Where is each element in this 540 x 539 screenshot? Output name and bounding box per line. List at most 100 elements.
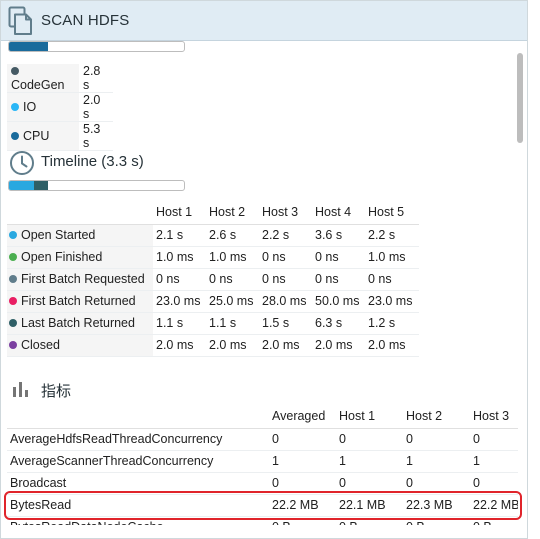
timeline-cell: 2.2 s xyxy=(259,224,312,247)
panel-bottom-edge xyxy=(1,525,527,538)
time-breakdown-value: 2.8 s xyxy=(79,64,113,93)
metrics-column-header: Host 1 xyxy=(336,405,403,429)
metrics-cell: 0 xyxy=(336,428,403,451)
timeline-title: Timeline (3.3 s) xyxy=(41,153,144,170)
timeline-row-label-cell: Open Finished xyxy=(7,246,153,269)
timeline-cell: 2.0 ms xyxy=(312,334,365,357)
timeline-row-label-cell: First Batch Requested xyxy=(7,268,153,291)
document-copy-icon xyxy=(8,6,32,35)
timeline-cell: 1.1 s xyxy=(153,312,206,335)
timeline-cell: 3.6 s xyxy=(312,224,365,247)
time-breakdown-bar xyxy=(8,41,185,52)
timeline-cell: 2.6 s xyxy=(206,224,259,247)
timeline-cell: 1.5 s xyxy=(259,312,312,335)
timeline-cell: 0 ns xyxy=(259,246,312,269)
timeline-cell: 1.1 s xyxy=(206,312,259,335)
legend-dot-icon xyxy=(9,253,17,261)
legend-dot-icon xyxy=(9,319,17,327)
metrics-row-label: AverageHdfsReadThreadConcurrency xyxy=(7,428,269,451)
legend-dot-icon xyxy=(9,275,17,283)
timeline-cell: 0 ns xyxy=(259,268,312,291)
timeline-cell: 2.0 ms xyxy=(365,334,419,357)
vertical-scrollbar[interactable] xyxy=(517,53,523,143)
timeline-cell: 2.0 ms xyxy=(259,334,312,357)
legend-dot-icon xyxy=(11,132,19,140)
timeline-row-label-cell: Closed xyxy=(7,334,153,357)
timeline-cell: 23.0 ms xyxy=(153,290,206,313)
metrics-column-header: Host 2 xyxy=(403,405,470,429)
timeline-cell: 0 ns xyxy=(153,268,206,291)
timeline-column-header: Host 1 xyxy=(153,201,206,225)
metrics-row-label: AverageScannerThreadConcurrency xyxy=(7,450,269,473)
metrics-cell: 0 xyxy=(269,428,336,451)
timeline-cell: 1.0 ms xyxy=(206,246,259,269)
timeline-column-header: Host 5 xyxy=(365,201,419,225)
legend-dot-icon xyxy=(11,67,19,75)
timeline-row-label-cell: First Batch Returned xyxy=(7,290,153,313)
metrics-row: AverageHdfsReadThreadConcurrency 0 0 0 0 xyxy=(7,428,518,451)
timeline-cell: 25.0 ms xyxy=(206,290,259,313)
timeline-row-label: Open Finished xyxy=(21,250,103,264)
scan-hdfs-panel: SCAN HDFS CodeGen 2.8 s IO 2.0 s CPU 5.3 s Ti… xyxy=(0,0,528,539)
time-breakdown-label: CPU xyxy=(23,129,50,143)
timeline-row-label-cell: Last Batch Returned xyxy=(7,312,153,335)
time-breakdown-label-cell: IO xyxy=(7,92,79,122)
legend-dot-icon xyxy=(9,231,17,239)
timeline-cell: 0 ns xyxy=(312,246,365,269)
metrics-column-header: Averaged xyxy=(269,405,336,429)
timeline-cell: 23.0 ms xyxy=(365,290,419,313)
clock-icon xyxy=(10,151,34,175)
timeline-row-label: First Batch Requested xyxy=(21,272,145,286)
timeline-cell: 50.0 ms xyxy=(312,290,365,313)
time-breakdown-row: CPU 5.3 s xyxy=(7,121,113,151)
panel-header: SCAN HDFS xyxy=(1,1,527,41)
timeline-cell: 0 ns xyxy=(312,268,365,291)
timeline-column-header: Host 2 xyxy=(206,201,259,225)
timeline-row-label: Closed xyxy=(21,338,60,352)
metrics-title: 指标 xyxy=(41,383,72,400)
legend-dot-icon xyxy=(11,103,19,111)
timeline-bar xyxy=(8,180,185,191)
timeline-row: First Batch Requested 0 ns 0 ns 0 ns 0 ns 0 n… xyxy=(7,268,419,291)
timeline-cell: 6.3 s xyxy=(312,312,365,335)
timeline-row-label: First Batch Returned xyxy=(21,294,136,308)
timeline-column-header: Host 4 xyxy=(312,201,365,225)
metrics-row: AverageScannerThreadConcurrency 1 1 1 1 xyxy=(7,450,518,473)
timeline-row: Last Batch Returned 1.1 s 1.1 s 1.5 s 6.3 s1… xyxy=(7,312,419,335)
time-breakdown-row: CodeGen 2.8 s xyxy=(7,64,113,93)
bar-chart-icon xyxy=(13,382,28,397)
time-breakdown-value: 2.0 s xyxy=(79,92,113,122)
timeline-cell: 2.2 s xyxy=(365,224,419,247)
metrics-cell: 1 xyxy=(403,450,470,473)
timeline-cell: 0 ns xyxy=(365,268,419,291)
timeline-bar-segment xyxy=(33,181,48,190)
bytesread-highlight xyxy=(4,491,522,520)
timeline-cell: 1.2 s xyxy=(365,312,419,335)
timeline-row-label: Open Started xyxy=(21,228,96,242)
time-breakdown-row: IO 2.0 s xyxy=(7,92,113,122)
timeline-header-blank xyxy=(7,201,153,225)
legend-dot-icon xyxy=(9,341,17,349)
metrics-cell: 0 xyxy=(470,428,518,451)
time-breakdown-label: CodeGen xyxy=(11,78,65,92)
timeline-cell: 2.1 s xyxy=(153,224,206,247)
metrics-header-blank xyxy=(7,405,269,429)
timeline-row: Open Started 2.1 s 2.6 s 2.2 s 3.6 s 2.2 s xyxy=(7,224,419,247)
time-breakdown-bar-fill xyxy=(9,42,48,51)
time-breakdown-label-cell: CodeGen xyxy=(7,64,79,93)
time-breakdown-table: CodeGen 2.8 s IO 2.0 s CPU 5.3 s xyxy=(7,64,113,151)
timeline-cell: 28.0 ms xyxy=(259,290,312,313)
time-breakdown-label-cell: CPU xyxy=(7,121,79,151)
timeline-row-label: Last Batch Returned xyxy=(21,316,135,330)
timeline-row: Closed 2.0 ms 2.0 ms 2.0 ms 2.0 ms 2.0 ms xyxy=(7,334,419,357)
timeline-bar-segment xyxy=(9,181,34,190)
legend-dot-icon xyxy=(9,297,17,305)
timeline-column-header: Host 3 xyxy=(259,201,312,225)
timeline-row: First Batch Returned 23.0 ms 25.0 ms 28.0 m… xyxy=(7,290,419,313)
timeline-cell: 2.0 ms xyxy=(206,334,259,357)
metrics-cell: 0 xyxy=(403,428,470,451)
timeline-row: Open Finished 1.0 ms 1.0 ms 0 ns 0 ns 1.0 ms xyxy=(7,246,419,269)
metrics-column-header: Host 3 xyxy=(470,405,518,429)
metrics-cell: 1 xyxy=(336,450,403,473)
timeline-cell: 0 ns xyxy=(206,268,259,291)
